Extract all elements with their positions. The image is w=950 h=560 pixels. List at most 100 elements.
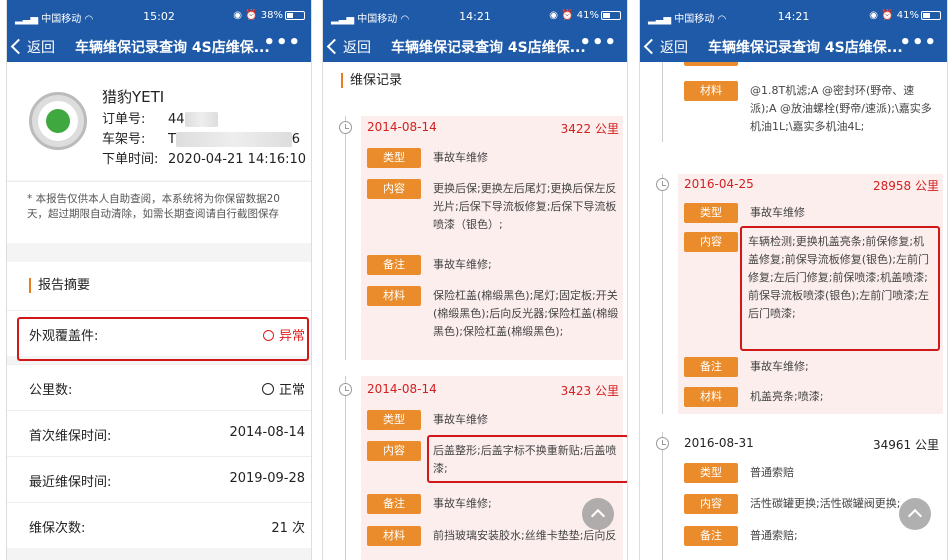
content-tag: 内容	[367, 179, 421, 199]
summary-header: 报告摘要	[7, 262, 311, 310]
content-tag: 内容	[684, 232, 738, 252]
record-mileage: 34961 公里	[873, 438, 939, 452]
status-bar: ▂▃▅ 中国移动 ◠ 14:21 ◉ ⏰ 41%	[640, 0, 947, 30]
vin-row: 车架号:T000000000000006	[102, 132, 301, 147]
record-material: 保险杠盖(棉缎黑色);尾灯;固定板;开关(棉缎黑色);后向反光器;保险杠盖(棉缎…	[433, 289, 619, 338]
note-tag: 备注	[684, 357, 738, 377]
record-type: 事故车维修	[433, 151, 488, 164]
record-date: 2014-08-14	[367, 382, 437, 396]
more-menu-button[interactable]: •••	[579, 32, 617, 53]
battery-icon	[601, 10, 621, 20]
summary-row-mileage: 公里数: 正常	[7, 364, 311, 410]
material-tag: 材料	[367, 286, 421, 306]
content-tag: 内容	[684, 494, 738, 514]
record-date: 2016-04-25	[684, 177, 754, 191]
material-tag: 材料	[367, 526, 421, 546]
alarm-icon: ⏰	[881, 10, 894, 21]
scroll-top-button[interactable]	[582, 498, 614, 530]
type-tag: 类型	[684, 463, 738, 483]
note-tag: 备注	[367, 494, 421, 514]
back-button[interactable]: 返回	[326, 37, 371, 57]
phone-screen-records-later: ▂▃▅ 中国移动 ◠ 14:21 ◉ ⏰ 41% 返回 车辆维保记录查询 4S店…	[639, 0, 948, 560]
lock-icon: ◉	[549, 10, 558, 21]
cut-tag	[684, 62, 738, 66]
alarm-icon: ⏰	[561, 10, 574, 21]
note-tag: 备注	[684, 526, 738, 546]
car-info-card: 猎豹YETI 订单号:440000 车架号:T000000000000006 下…	[7, 62, 311, 180]
page-title: 车辆维保记录查询 4S店维保...	[75, 40, 270, 56]
record-mileage: 28958 公里	[873, 179, 939, 193]
back-button[interactable]: 返回	[643, 37, 688, 57]
record-note: 事故车维修;	[750, 360, 809, 373]
record-mileage: 3422 公里	[560, 122, 619, 136]
brand-logo	[29, 92, 87, 150]
status-bar: ▂▃▅ 中国移动 ◠ 14:21 ◉ ⏰ 41%	[323, 0, 627, 30]
highlight-box	[17, 317, 309, 361]
battery-icon	[285, 10, 305, 20]
records-header: 维保记录	[323, 62, 627, 98]
records-list[interactable]: 2014-08-14 3422 公里 类型 事故车维修 内容 更换后保;更换左后…	[323, 98, 627, 560]
page-title: 车辆维保记录查询 4S店维保...	[708, 40, 903, 56]
clock-icon	[339, 383, 352, 396]
order-time-row: 下单时间: 2020-04-21 14:16:10	[102, 152, 307, 167]
nav-bar: 返回 车辆维保记录查询 4S店维保... •••	[7, 30, 311, 62]
chevron-left-icon	[643, 38, 660, 55]
more-menu-button[interactable]: •••	[263, 32, 301, 53]
chevron-left-icon	[326, 38, 343, 55]
material-tag: 材料	[684, 387, 738, 407]
lock-icon: ◉	[869, 10, 878, 21]
status-right: ◉ ⏰ 38%	[233, 10, 305, 21]
record-type: 普通索赔	[750, 466, 794, 479]
summary-row-last-service: 最近维保时间: 2019-09-28	[7, 456, 311, 502]
more-menu-button[interactable]: •••	[899, 32, 937, 53]
alarm-icon: ⏰	[245, 10, 258, 21]
clock-icon	[656, 437, 669, 450]
status-bar: ▂▃▅ 中国移动 ◠ 15:02 ◉ ⏰ 38%	[7, 0, 311, 30]
smile-icon	[261, 383, 274, 395]
highlight-box	[740, 226, 940, 351]
record-item-partial: 材料 @1.8T机滤;A @密封环(野帝、速派);A @放油螺栓(野帝/速派);…	[640, 62, 947, 142]
record-item: 2016-08-31 34961 公里 类型 普通索赔 内容 活性碳罐更换;活性…	[640, 432, 947, 560]
phone-screen-report-summary: ▂▃▅ 中国移动 ◠ 15:02 ◉ ⏰ 38% 返回 车辆维保记录查询 4S店…	[6, 0, 312, 560]
record-material: @1.8T机滤;A @密封环(野帝、速派);A @放油螺栓(野帝/速派);\嘉实…	[750, 84, 932, 133]
redacted-block: 0000	[184, 112, 218, 127]
back-button[interactable]: 返回	[10, 37, 55, 57]
content-tag: 内容	[367, 441, 421, 461]
status-right: ◉ ⏰ 41%	[869, 10, 941, 21]
nav-bar: 返回 车辆维保记录查询 4S店维保... •••	[640, 30, 947, 62]
summary-title: 报告摘要	[29, 278, 90, 293]
record-date: 2014-08-14	[367, 120, 437, 134]
type-tag: 类型	[684, 203, 738, 223]
lock-icon: ◉	[233, 10, 242, 21]
type-tag: 类型	[367, 148, 421, 168]
clock-icon	[656, 178, 669, 191]
record-mileage: 3423 公里	[560, 384, 619, 398]
clock-icon	[339, 121, 352, 134]
summary-row-service-count: 维保次数: 21 次	[7, 502, 311, 548]
record-type: 事故车维修	[750, 206, 805, 219]
battery-icon	[921, 10, 941, 20]
car-name: 猎豹YETI	[102, 88, 165, 106]
record-date: 2016-08-31	[684, 436, 754, 450]
note-tag: 备注	[367, 255, 421, 275]
phone-screen-records-early: ▂▃▅ 中国移动 ◠ 14:21 ◉ ⏰ 41% 返回 车辆维保记录查询 4S店…	[322, 0, 628, 560]
report-notice: * 本报告仅供本人自助查阅，本系统将为你保留数据20天，超过期限自动清除，如需长…	[7, 181, 311, 243]
record-item: 2014-08-14 3422 公里 类型 事故车维修 内容 更换后保;更换左后…	[323, 116, 627, 360]
scroll-top-button[interactable]	[899, 498, 931, 530]
record-note: 普通索赔;	[750, 529, 798, 542]
order-number-row: 订单号:440000	[102, 108, 218, 127]
records-title: 维保记录	[341, 73, 402, 88]
type-tag: 类型	[367, 410, 421, 430]
record-content: 更换后保;更换左后尾灯;更换后保左反光片;后保下导流板修复;后保下导流板喷漆（银…	[433, 182, 617, 231]
nav-bar: 返回 车辆维保记录查询 4S店维保... •••	[323, 30, 627, 62]
record-type: 事故车维修	[433, 413, 488, 426]
highlight-box	[427, 435, 627, 483]
redacted-block: 00000000000000	[175, 132, 292, 147]
record-material: 前挡玻璃安装胶水;丝维卡垫垫;后向反	[433, 529, 617, 542]
status-right: ◉ ⏰ 41%	[549, 10, 621, 21]
chevron-left-icon	[10, 38, 27, 55]
record-material: 机盖亮条;喷漆;	[750, 390, 824, 403]
summary-row-first-service: 首次维保时间: 2014-08-14	[7, 410, 311, 456]
record-note: 事故车维修;	[433, 258, 492, 271]
material-tag: 材料	[684, 81, 738, 101]
